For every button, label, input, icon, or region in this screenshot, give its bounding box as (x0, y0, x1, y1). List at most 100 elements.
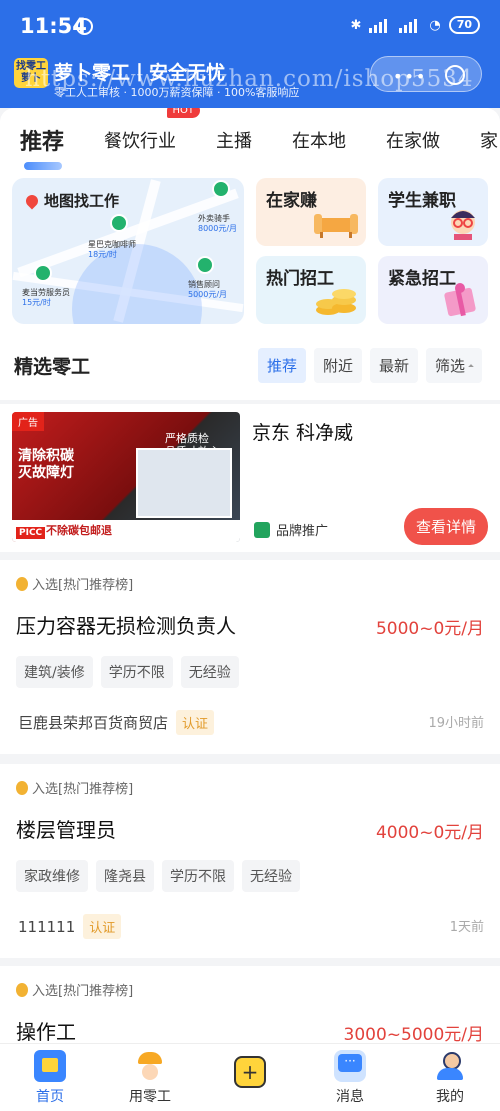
signal-icon-2 (399, 17, 421, 33)
filter-newest[interactable]: 最新 (369, 348, 418, 383)
nav-label: 消息 (336, 1089, 364, 1105)
job-title: 操作工 (16, 1020, 76, 1044)
map-marker-label: 销售顾问 5000元/月 (188, 280, 228, 299)
job-tag: 建筑/装修 (16, 656, 93, 688)
company-row: 111111 认证 (18, 914, 122, 939)
earn-at-home-card[interactable]: 在家赚 (256, 178, 366, 246)
ad-card[interactable]: 广告 清除积碳灭故障灯 严格质检品质才放心 不除碳包邮退 PICC 京东 科净威… (0, 404, 500, 552)
tab-anchor[interactable]: 主播 (196, 127, 272, 153)
ad-slogan: 不除碳包邮退 (12, 520, 240, 542)
tab-recommend[interactable]: 推荐 (0, 124, 84, 170)
wifi-icon: ◔ (429, 17, 441, 33)
nav-post[interactable]: + (200, 1044, 300, 1111)
tab-catering[interactable]: 餐饮行业 HOT (84, 108, 201, 153)
ad-headline: 清除积碳 灭故障灯 (18, 448, 74, 481)
tab-home-partial[interactable]: 家 (460, 127, 500, 153)
company-row: 巨鹿县荣邦百货商贸店 认证 (18, 710, 215, 735)
map-marker-label: 麦当劳服务员 15元/时 (22, 288, 70, 307)
plus-icon: + (234, 1056, 266, 1088)
nav-hire[interactable]: 用零工 (100, 1044, 200, 1111)
hot-hiring-card[interactable]: 热门招工 (256, 256, 366, 324)
tab-at-home[interactable]: 在家做 (366, 127, 460, 153)
signal-icon (369, 17, 391, 33)
caret-icon (468, 363, 474, 370)
job-salary: 5000~0元/月 (375, 619, 484, 639)
alarm-icon (76, 18, 93, 35)
profile-icon (434, 1050, 466, 1082)
map-marker[interactable] (110, 214, 128, 232)
filter-recommend[interactable]: 推荐 (257, 348, 306, 383)
job-salary: 4000~0元/月 (375, 823, 484, 843)
job-tags: 家政维修 隆尧县 学历不限 无经验 (16, 860, 300, 892)
status-icons: ✱ ◔ 70 (350, 16, 480, 34)
coins-icon (316, 289, 356, 315)
watermark: https://www.huzhan.com/ishop5534 (25, 66, 474, 92)
sofa-icon (314, 214, 358, 238)
section-title: 精选零工 (14, 356, 91, 378)
job-tag: 无经验 (180, 656, 239, 688)
post-time: 19小时前 (428, 716, 484, 731)
map-title: 地图找工作 (23, 190, 119, 211)
job-tag: 学历不限 (100, 656, 173, 688)
medal-icon (16, 982, 28, 997)
category-tabs: 推荐 餐饮行业 HOT 主播 在本地 在家做 家 (0, 108, 500, 172)
job-card[interactable]: 入选[热门推荐榜] 压力容器无损检测负责人 5000~0元/月 建筑/装修 学历… (0, 560, 500, 754)
hot-badge: HOT (166, 108, 201, 118)
filter-bar: 推荐 附近 最新 筛选 (257, 348, 482, 383)
filter-nearby[interactable]: 附近 (313, 348, 362, 383)
student-icon (451, 210, 475, 240)
verified-badge: 认证 (176, 710, 215, 735)
tab-label: 家 (480, 131, 499, 152)
nav-label: 我的 (436, 1089, 464, 1105)
post-time: 1天前 (449, 920, 484, 935)
app-header: 11:54 ✱ ◔ 70 找零工 萝卜 萝卜零工丨安全无忧 零工人工审核 · 1… (0, 0, 500, 108)
message-icon (334, 1050, 366, 1082)
card-label: 在家赚 (266, 191, 317, 211)
job-card[interactable]: 入选[热门推荐榜] 楼层管理员 4000~0元/月 家政维修 隆尧县 学历不限 … (0, 764, 500, 958)
view-details-button[interactable]: 查看详情 (403, 508, 488, 545)
urgent-hiring-card[interactable]: 紧急招工 (378, 256, 488, 324)
status-bar: 11:54 ✱ ◔ 70 (0, 0, 500, 50)
map-marker-label: 星巴克咖啡师 18元/时 (88, 240, 136, 259)
map-marker-label: 外卖骑手 8000元/月 (198, 214, 238, 233)
job-title: 楼层管理员 (16, 818, 116, 842)
medal-icon (16, 576, 28, 591)
bluetooth-icon: ✱ (350, 17, 362, 33)
nav-label: 首页 (36, 1089, 64, 1105)
location-pin-icon (23, 192, 41, 209)
map-marker[interactable] (196, 256, 214, 274)
tab-label: 在本地 (292, 131, 347, 152)
ad-image: 广告 清除积碳灭故障灯 严格质检品质才放心 不除碳包邮退 PICC (12, 412, 240, 542)
tab-local[interactable]: 在本地 (272, 127, 366, 153)
company-name: 111111 (18, 917, 76, 936)
company-name: 巨鹿县荣邦百货商贸店 (18, 714, 169, 732)
tag-icon (254, 521, 270, 538)
tab-label: 主播 (216, 131, 253, 152)
bottom-navigation: 首页 用零工 + 消息 我的 (0, 1043, 500, 1111)
nav-home[interactable]: 首页 (0, 1044, 100, 1111)
job-tag: 无经验 (242, 860, 300, 892)
tab-label: 餐饮行业 (104, 131, 177, 152)
map-marker[interactable] (212, 180, 230, 198)
map-job-card[interactable]: 地图找工作 外卖骑手 8000元/月 星巴克咖啡师 18元/时 麦当劳服务员 15元/… (12, 178, 244, 324)
job-tags: 建筑/装修 学历不限 无经验 (16, 656, 239, 688)
featured-section-header: 精选零工 推荐 附近 最新 筛选 (0, 330, 500, 398)
worker-icon (134, 1050, 166, 1082)
map-marker[interactable] (34, 264, 52, 282)
nav-profile[interactable]: 我的 (400, 1044, 500, 1111)
brand-promo: 品牌推广 (254, 520, 328, 539)
student-job-card[interactable]: 学生兼职 (378, 178, 488, 246)
job-tag: 隆尧县 (96, 860, 154, 892)
job-tag: 家政维修 (16, 860, 88, 892)
verified-badge: 认证 (83, 914, 122, 939)
job-salary: 3000~5000元/月 (343, 1025, 485, 1045)
picc-logo: PICC (16, 527, 46, 539)
job-card[interactable]: 入选[热门推荐榜] 操作工 3000~5000元/月 (0, 966, 500, 1046)
nav-messages[interactable]: 消息 (300, 1044, 400, 1111)
job-tag: 学历不限 (162, 860, 234, 892)
filter-screen[interactable]: 筛选 (425, 348, 482, 383)
ranking-badge: 入选[热门推荐榜] (16, 778, 133, 797)
medal-icon (16, 780, 28, 795)
battery-indicator: 70 (448, 16, 480, 34)
tab-label: 推荐 (20, 130, 65, 155)
